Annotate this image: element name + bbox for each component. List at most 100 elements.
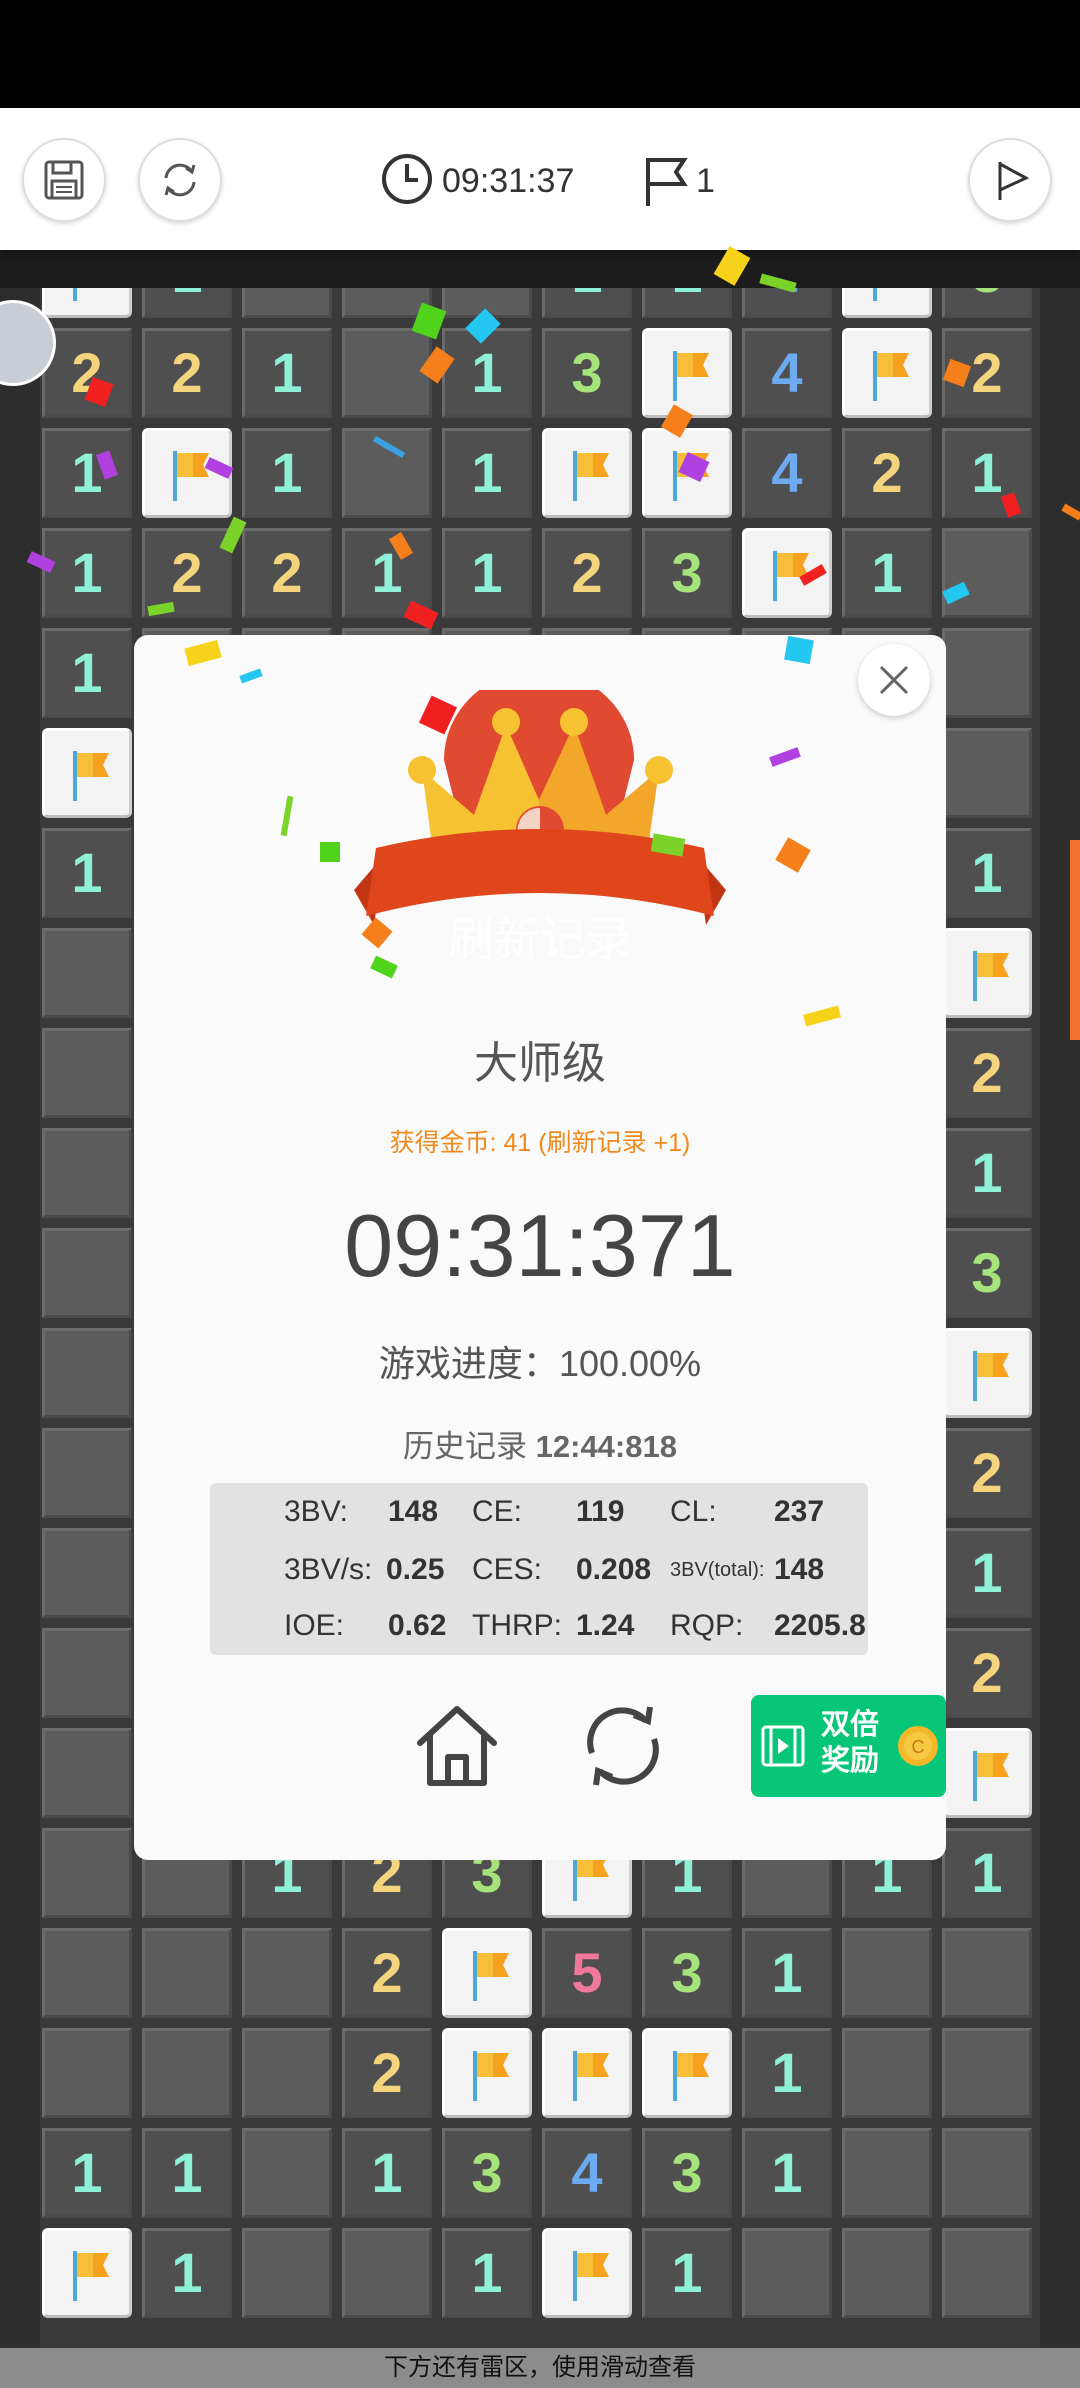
mine-cell[interactable] [842, 328, 932, 418]
mine-cell[interactable]: 3 [942, 1228, 1032, 1318]
mine-cell[interactable] [942, 2128, 1032, 2218]
mine-cell[interactable] [42, 928, 132, 1018]
mine-cell[interactable] [42, 1928, 132, 2018]
mine-cell[interactable] [42, 1828, 132, 1918]
mine-cell[interactable]: 2 [942, 1628, 1032, 1718]
mine-cell[interactable]: 5 [542, 1928, 632, 2018]
mine-cell[interactable]: 1 [142, 2228, 232, 2318]
mine-cell[interactable] [842, 2228, 932, 2318]
close-button[interactable] [858, 644, 930, 716]
mine-cell[interactable] [42, 1628, 132, 1718]
mine-cell[interactable]: 1 [942, 1528, 1032, 1618]
mine-cell[interactable]: 1 [342, 2128, 432, 2218]
home-button[interactable] [412, 1699, 502, 1794]
mine-cell[interactable]: 3 [642, 1928, 732, 2018]
mine-cell[interactable] [442, 2028, 532, 2118]
mine-cell[interactable]: 2 [942, 1428, 1032, 1518]
restart-button[interactable] [580, 1703, 666, 1794]
mine-cell[interactable] [642, 328, 732, 418]
mine-cell[interactable] [342, 2228, 432, 2318]
mine-cell[interactable] [542, 428, 632, 518]
mine-cell[interactable] [42, 1328, 132, 1418]
mine-cell[interactable] [42, 1428, 132, 1518]
double-reward-button[interactable]: 双倍奖励 C [751, 1695, 946, 1797]
mine-cell[interactable] [42, 1528, 132, 1618]
mine-cell[interactable] [42, 2228, 132, 2318]
mine-cell[interactable] [242, 2128, 332, 2218]
mine-cell[interactable]: 4 [742, 328, 832, 418]
mine-cell[interactable]: 1 [42, 2128, 132, 2218]
record-banner-title: 刷新记录 [448, 913, 632, 965]
mine-cell[interactable] [642, 2028, 732, 2118]
mine-cell[interactable] [242, 2028, 332, 2118]
mine-cell[interactable] [542, 2228, 632, 2318]
mine-cell[interactable]: 3 [542, 328, 632, 418]
mine-cell[interactable] [842, 2128, 932, 2218]
mine-cell[interactable] [842, 2028, 932, 2118]
mine-cell[interactable] [42, 1728, 132, 1818]
mine-cell[interactable]: 1 [742, 2028, 832, 2118]
mine-cell[interactable]: 3 [642, 2128, 732, 2218]
mine-cell[interactable]: 1 [442, 528, 532, 618]
difficulty-level: 大师级 [474, 1039, 606, 1088]
mine-cell[interactable] [42, 2028, 132, 2118]
mine-cell[interactable]: 4 [542, 2128, 632, 2218]
mine-cell[interactable]: 1 [442, 428, 532, 518]
mine-cell[interactable]: 1 [242, 328, 332, 418]
mine-cell[interactable] [42, 1128, 132, 1218]
mine-cell[interactable]: 1 [42, 528, 132, 618]
mine-cell[interactable]: 2 [242, 528, 332, 618]
mine-cell[interactable]: 1 [442, 2228, 532, 2318]
mine-cell[interactable]: 2 [142, 328, 232, 418]
mine-cell[interactable] [942, 2228, 1032, 2318]
mine-cell[interactable] [42, 1028, 132, 1118]
mine-cell[interactable] [42, 728, 132, 818]
mine-cell[interactable] [242, 1928, 332, 2018]
mine-cell[interactable]: 1 [942, 1828, 1032, 1918]
mine-cell[interactable] [542, 2028, 632, 2118]
mine-cell[interactable]: 1 [742, 1928, 832, 2018]
svg-text:C: C [912, 1737, 925, 1757]
mine-cell[interactable] [342, 328, 432, 418]
mine-cell[interactable] [442, 1928, 532, 2018]
flag-icon [973, 1751, 1009, 1801]
mine-cell[interactable]: 1 [742, 2128, 832, 2218]
mine-cell[interactable]: 1 [942, 1128, 1032, 1218]
mine-cell[interactable]: 3 [642, 528, 732, 618]
save-button[interactable] [22, 138, 106, 222]
mine-cell[interactable] [142, 1928, 232, 2018]
mine-cell[interactable] [942, 1728, 1032, 1818]
mine-cell[interactable] [242, 2228, 332, 2318]
mine-cell[interactable]: 2 [942, 1028, 1032, 1118]
home-icon [417, 1706, 497, 1786]
mine-cell[interactable] [942, 528, 1032, 618]
mine-cell[interactable]: 1 [842, 528, 932, 618]
mine-cell[interactable] [742, 2228, 832, 2318]
mine-cell[interactable]: 1 [42, 628, 132, 718]
mine-cell[interactable] [942, 928, 1032, 1018]
mine-cell[interactable]: 1 [42, 828, 132, 918]
mine-cell[interactable]: 1 [42, 428, 132, 518]
mine-cell[interactable] [942, 1928, 1032, 2018]
scrollbar[interactable] [1070, 840, 1080, 1040]
mine-cell[interactable] [42, 1228, 132, 1318]
mine-cell[interactable]: 1 [242, 428, 332, 518]
mine-cell[interactable]: 3 [442, 2128, 532, 2218]
mine-cell[interactable]: 1 [142, 2128, 232, 2218]
mine-cell[interactable]: 2 [342, 2028, 432, 2118]
flag-mode-button[interactable] [968, 138, 1052, 222]
mine-cell[interactable] [942, 2028, 1032, 2118]
mine-cell[interactable]: 4 [742, 428, 832, 518]
refresh-button[interactable] [138, 138, 222, 222]
mine-cell[interactable] [942, 628, 1032, 718]
mine-cell[interactable] [842, 1928, 932, 2018]
mine-cell[interactable]: 1 [942, 828, 1032, 918]
mine-cell[interactable] [942, 1328, 1032, 1418]
mine-cell[interactable] [142, 2028, 232, 2118]
mine-cell[interactable]: 2 [542, 528, 632, 618]
mine-cell[interactable]: 2 [842, 428, 932, 518]
mine-cell[interactable]: 1 [442, 328, 532, 418]
mine-cell[interactable]: 1 [642, 2228, 732, 2318]
mine-cell[interactable]: 2 [342, 1928, 432, 2018]
mine-cell[interactable] [942, 728, 1032, 818]
